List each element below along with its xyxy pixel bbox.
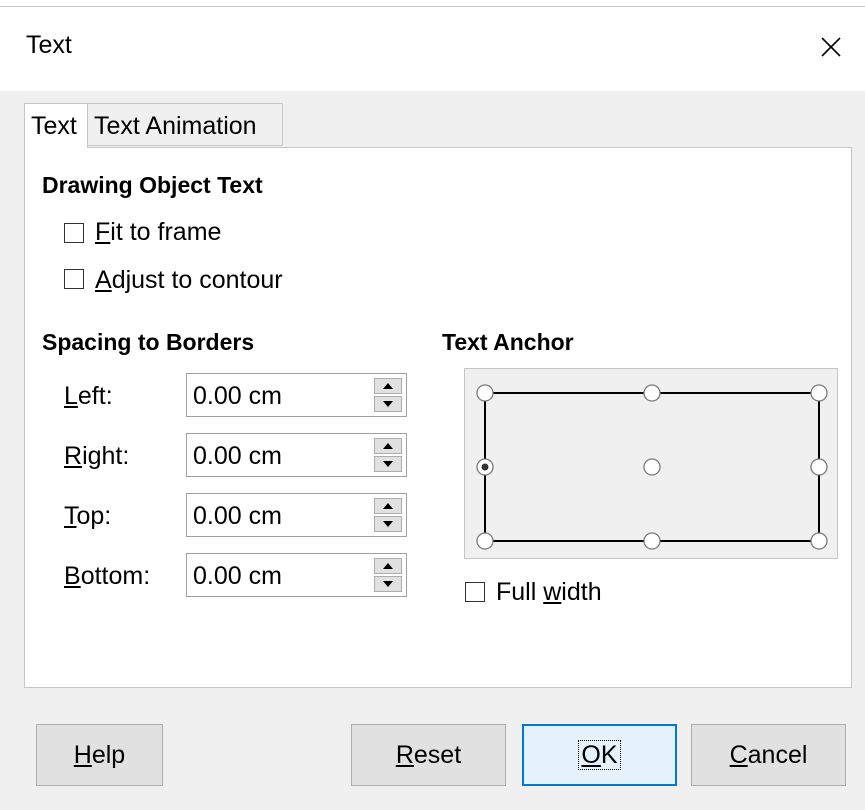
anchor-center[interactable] — [643, 458, 661, 476]
help-mnemonic: H — [73, 741, 92, 769]
adjust-to-contour-label-rest: djust to contour — [111, 266, 283, 294]
text-anchor-selector[interactable] — [464, 368, 838, 559]
triangle-up-icon — [383, 563, 393, 569]
anchor-frame — [476, 384, 828, 550]
reset-mnemonic: R — [395, 741, 414, 769]
left-mnemonic: L — [64, 382, 78, 410]
bottom-value[interactable]: 0.00 cm — [193, 562, 282, 591]
anchor-top-right[interactable] — [810, 384, 828, 402]
tab-text-animation-label: Text Animation — [94, 112, 257, 140]
cancel-label-rest: ancel — [747, 741, 808, 769]
top-mnemonic: T — [64, 502, 77, 530]
full-width-label-rest: idth — [561, 578, 602, 606]
triangle-down-icon — [383, 581, 393, 587]
bottom-label-rest: ottom: — [80, 562, 151, 590]
adjust-to-contour-checkbox[interactable] — [64, 269, 84, 289]
right-mnemonic: R — [64, 442, 83, 470]
full-width-label[interactable]: Full width — [496, 578, 602, 607]
adjust-to-contour-label[interactable]: Adjust to contour — [95, 266, 283, 295]
full-width-checkbox[interactable] — [465, 582, 485, 602]
top-value[interactable]: 0.00 cm — [193, 502, 282, 531]
ok-button[interactable]: OK — [522, 724, 677, 786]
drawing-object-text-heading: Drawing Object Text — [42, 172, 263, 198]
help-label-rest: elp — [91, 741, 126, 769]
bottom-mnemonic: B — [64, 562, 81, 590]
reset-button[interactable]: Reset — [351, 724, 506, 786]
right-value[interactable]: 0.00 cm — [193, 442, 282, 471]
tab-text[interactable]: Text — [24, 103, 88, 148]
help-button[interactable]: Help — [36, 724, 163, 786]
left-spinner — [374, 378, 402, 412]
triangle-down-icon — [383, 521, 393, 527]
left-decrement-button[interactable] — [374, 396, 402, 412]
title-bar: Text — [0, 7, 865, 91]
anchor-bottom-left[interactable] — [476, 532, 494, 550]
fit-to-frame-mnemonic: F — [95, 218, 111, 246]
right-spinner — [374, 438, 402, 472]
top-label-rest: op: — [76, 502, 112, 530]
ok-mnemonic: O — [581, 741, 601, 769]
left-value[interactable]: 0.00 cm — [193, 382, 282, 411]
bottom-spin-field[interactable]: 0.00 cm — [186, 553, 407, 597]
left-label-rest: eft: — [77, 382, 113, 410]
triangle-up-icon — [383, 383, 393, 389]
dialog-title: Text — [26, 31, 72, 59]
anchor-bottom-right[interactable] — [810, 532, 828, 550]
text-anchor-heading: Text Anchor — [442, 329, 574, 355]
fit-to-frame-label[interactable]: Fit to frame — [95, 218, 221, 247]
anchor-middle-right[interactable] — [810, 458, 828, 476]
triangle-up-icon — [383, 503, 393, 509]
fit-to-frame-checkbox[interactable] — [64, 223, 84, 243]
anchor-bottom-center[interactable] — [643, 532, 661, 550]
tab-text-label: Text — [31, 112, 77, 140]
cancel-button[interactable]: Cancel — [691, 724, 846, 786]
bottom-spinner — [374, 558, 402, 592]
adjust-to-contour-mnemonic: A — [95, 266, 112, 294]
right-increment-button[interactable] — [374, 438, 402, 454]
right-spin-field[interactable]: 0.00 cm — [186, 433, 407, 477]
top-spinner — [374, 498, 402, 532]
triangle-down-icon — [383, 461, 393, 467]
top-label: Top: — [64, 502, 111, 531]
triangle-down-icon — [383, 401, 393, 407]
right-label-rest: ight: — [82, 442, 130, 470]
anchor-top-center[interactable] — [643, 384, 661, 402]
ok-focus-ring: OK — [578, 740, 621, 770]
anchor-top-left[interactable] — [476, 384, 494, 402]
reset-label-rest: eset — [413, 741, 462, 769]
left-spin-field[interactable]: 0.00 cm — [186, 373, 407, 417]
anchor-selected-dot — [481, 463, 489, 471]
top-increment-button[interactable] — [374, 498, 402, 514]
full-width-label-pre: Full — [496, 578, 544, 606]
cancel-mnemonic: C — [729, 741, 748, 769]
left-label: Left: — [64, 382, 113, 411]
window-top-edge — [0, 0, 865, 7]
fit-to-frame-label-rest: it to frame — [110, 218, 222, 246]
right-label: Right: — [64, 442, 129, 471]
close-button[interactable] — [809, 25, 853, 69]
tab-text-animation[interactable]: Text Animation — [87, 103, 283, 146]
triangle-up-icon — [383, 443, 393, 449]
ok-label-rest: K — [600, 741, 618, 769]
full-width-mnemonic: w — [543, 578, 562, 606]
bottom-label: Bottom: — [64, 562, 150, 591]
bottom-decrement-button[interactable] — [374, 576, 402, 592]
top-decrement-button[interactable] — [374, 516, 402, 532]
right-decrement-button[interactable] — [374, 456, 402, 472]
left-increment-button[interactable] — [374, 378, 402, 394]
bottom-increment-button[interactable] — [374, 558, 402, 574]
close-icon — [821, 37, 841, 57]
top-spin-field[interactable]: 0.00 cm — [186, 493, 407, 537]
spacing-to-borders-heading: Spacing to Borders — [42, 329, 255, 355]
